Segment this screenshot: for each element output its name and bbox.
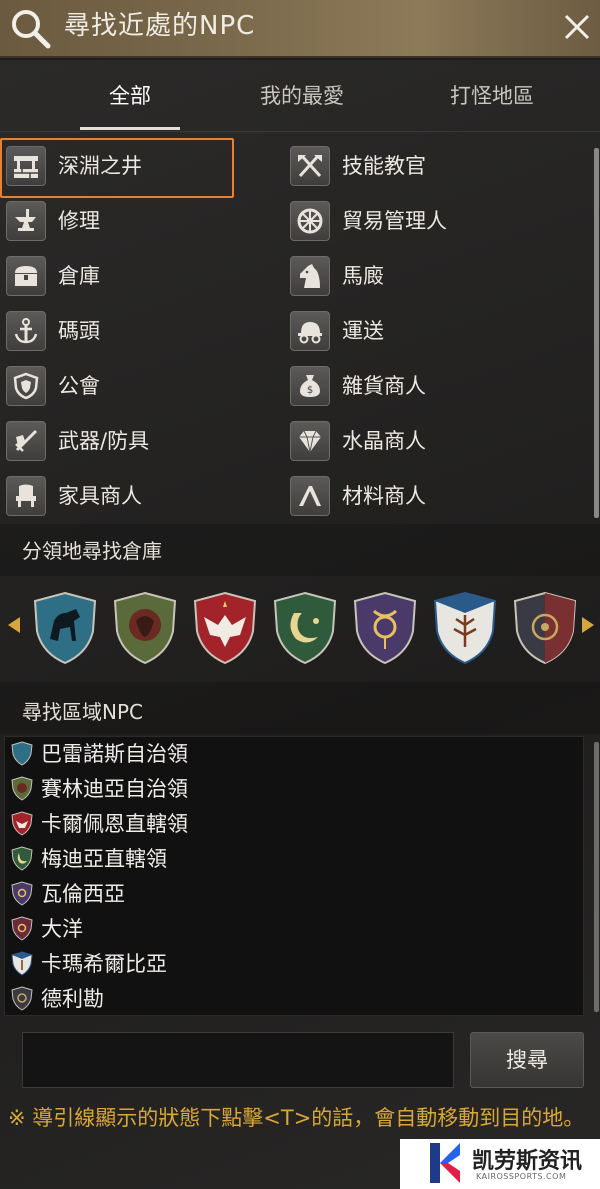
npc-item-label: 家具商人 bbox=[58, 484, 142, 508]
npc-item-label: 倉庫 bbox=[58, 264, 100, 288]
npc-item-label: 碼頭 bbox=[58, 319, 100, 343]
chair-icon bbox=[6, 476, 46, 516]
carousel-right-arrow-icon[interactable] bbox=[582, 617, 594, 633]
ocean-mini-crest-icon bbox=[11, 916, 33, 941]
storage-section-title: 分領地尋找倉庫 bbox=[22, 539, 162, 563]
mediah-mini-crest-icon bbox=[11, 846, 33, 871]
search-button[interactable]: 搜尋 bbox=[470, 1032, 584, 1088]
calpheon-crest[interactable] bbox=[192, 591, 258, 665]
npc-item-label: 武器/防具 bbox=[58, 429, 150, 453]
npc-grid-scrollbar[interactable] bbox=[594, 148, 599, 518]
npc-item-repair[interactable]: 修理 bbox=[6, 197, 236, 245]
npc-item-crystal[interactable]: 水晶商人 bbox=[290, 417, 530, 465]
region-name: 瓦倫西亞 bbox=[41, 882, 125, 906]
site-watermark: 凯劳斯资讯 KAIROSSPORTS.COM bbox=[400, 1139, 600, 1189]
npc-item-skill-instructor[interactable]: 技能教官 bbox=[290, 142, 530, 190]
npc-item-label: 馬廄 bbox=[342, 264, 384, 288]
npc-item-furniture[interactable]: 家具商人 bbox=[6, 472, 236, 520]
watermark-text: 凯劳斯资讯 bbox=[472, 1149, 583, 1174]
npc-item-label: 運送 bbox=[342, 319, 384, 343]
guild-shield-icon bbox=[6, 366, 46, 406]
npc-item-label: 水晶商人 bbox=[342, 429, 426, 453]
money-bag-icon: $ bbox=[290, 366, 330, 406]
tab-bar: 全部 我的最愛 打怪地區 bbox=[0, 60, 600, 132]
guide-notice-text: ※ 導引線顯示的狀態下點擊<T>的話，會自動移動到目的地。 bbox=[8, 1106, 585, 1130]
npc-item-wharf[interactable]: 碼頭 bbox=[6, 307, 236, 355]
horse-head-icon bbox=[290, 256, 330, 296]
npc-search-input[interactable] bbox=[22, 1032, 454, 1088]
drieghan-crest[interactable] bbox=[512, 591, 578, 665]
crystal-icon bbox=[290, 421, 330, 461]
anvil-icon bbox=[6, 201, 46, 241]
npc-item-label: 材料商人 bbox=[342, 484, 426, 508]
valencia-mini-crest-icon bbox=[11, 881, 33, 906]
window-title: 尋找近處的NPC bbox=[64, 11, 256, 41]
npc-item-abyss-well[interactable]: 深淵之井 bbox=[0, 138, 236, 198]
calpheon-mini-crest-icon bbox=[11, 811, 33, 836]
tab-divider bbox=[0, 131, 600, 132]
region-name: 卡瑪希爾比亞 bbox=[41, 952, 167, 976]
region-name: 巴雷諾斯自治領 bbox=[41, 742, 188, 766]
region-name: 賽林迪亞自治領 bbox=[41, 777, 188, 801]
crossed-axes-icon bbox=[290, 146, 330, 186]
search-icon bbox=[12, 10, 51, 49]
anchor-icon bbox=[6, 311, 46, 351]
npc-item-guild[interactable]: 公會 bbox=[6, 362, 236, 410]
balenos-mini-crest-icon bbox=[11, 741, 33, 766]
npc-item-label: 技能教官 bbox=[342, 154, 426, 178]
region-list-scrollbar[interactable] bbox=[594, 742, 599, 1012]
chest-icon bbox=[6, 256, 46, 296]
tab-all[interactable]: 全部 bbox=[80, 60, 180, 132]
kamasylvia-mini-crest-icon bbox=[11, 951, 33, 976]
npc-item-trade-manager[interactable]: 貿易管理人 bbox=[290, 197, 530, 245]
npc-item-materials[interactable]: 材料商人 bbox=[290, 472, 530, 520]
npc-item-label: 貿易管理人 bbox=[342, 209, 447, 233]
territory-crest-carousel bbox=[0, 585, 600, 669]
npc-item-stable[interactable]: 馬廄 bbox=[290, 252, 530, 300]
region-name: 梅迪亞直轄領 bbox=[41, 847, 167, 871]
npc-item-label: 修理 bbox=[58, 209, 100, 233]
tab-hunting-grounds[interactable]: 打怪地區 bbox=[432, 60, 552, 132]
balenos-crest[interactable] bbox=[32, 591, 98, 665]
serendia-crest[interactable] bbox=[112, 591, 178, 665]
npc-item-label: 公會 bbox=[58, 374, 100, 398]
npc-item-label: 深淵之井 bbox=[58, 154, 142, 178]
watermark-subtext: KAIROSSPORTS.COM bbox=[476, 1172, 567, 1181]
region-name: 大洋 bbox=[41, 917, 83, 941]
npc-item-general-goods[interactable]: $ 雜貨商人 bbox=[290, 362, 530, 410]
npc-item-storage[interactable]: 倉庫 bbox=[6, 252, 236, 300]
npc-item-label: 雜貨商人 bbox=[342, 374, 426, 398]
pickaxe-icon bbox=[290, 476, 330, 516]
well-icon bbox=[6, 146, 46, 186]
sword-shield-icon bbox=[6, 421, 46, 461]
region-list: 巴雷諾斯自治領 賽林迪亞自治領 卡爾佩恩直轄領 梅迪亞直轄領 瓦倫西亞 大洋 卡… bbox=[4, 736, 584, 1016]
npc-item-weapons-armor[interactable]: 武器/防具 bbox=[6, 417, 236, 465]
close-icon[interactable] bbox=[558, 8, 596, 46]
window-header: 尋找近處的NPC bbox=[0, 0, 600, 58]
region-section-title: 尋找區域NPC bbox=[22, 700, 143, 724]
serendia-mini-crest-icon bbox=[11, 776, 33, 801]
tab-favorites[interactable]: 我的最愛 bbox=[242, 60, 362, 132]
region-name: 德利勘 bbox=[41, 987, 104, 1011]
kamasylvia-crest[interactable] bbox=[432, 591, 498, 665]
wagon-icon bbox=[290, 311, 330, 351]
wheel-icon bbox=[290, 201, 330, 241]
npc-item-transport[interactable]: 運送 bbox=[290, 307, 530, 355]
mediah-crest[interactable] bbox=[272, 591, 338, 665]
drieghan-mini-crest-icon bbox=[11, 986, 33, 1011]
region-name: 卡爾佩恩直轄領 bbox=[41, 812, 188, 836]
valencia-crest[interactable] bbox=[352, 591, 418, 665]
svg-text:$: $ bbox=[307, 385, 313, 396]
watermark-logo-icon bbox=[430, 1143, 460, 1183]
carousel-left-arrow-icon[interactable] bbox=[8, 617, 20, 633]
